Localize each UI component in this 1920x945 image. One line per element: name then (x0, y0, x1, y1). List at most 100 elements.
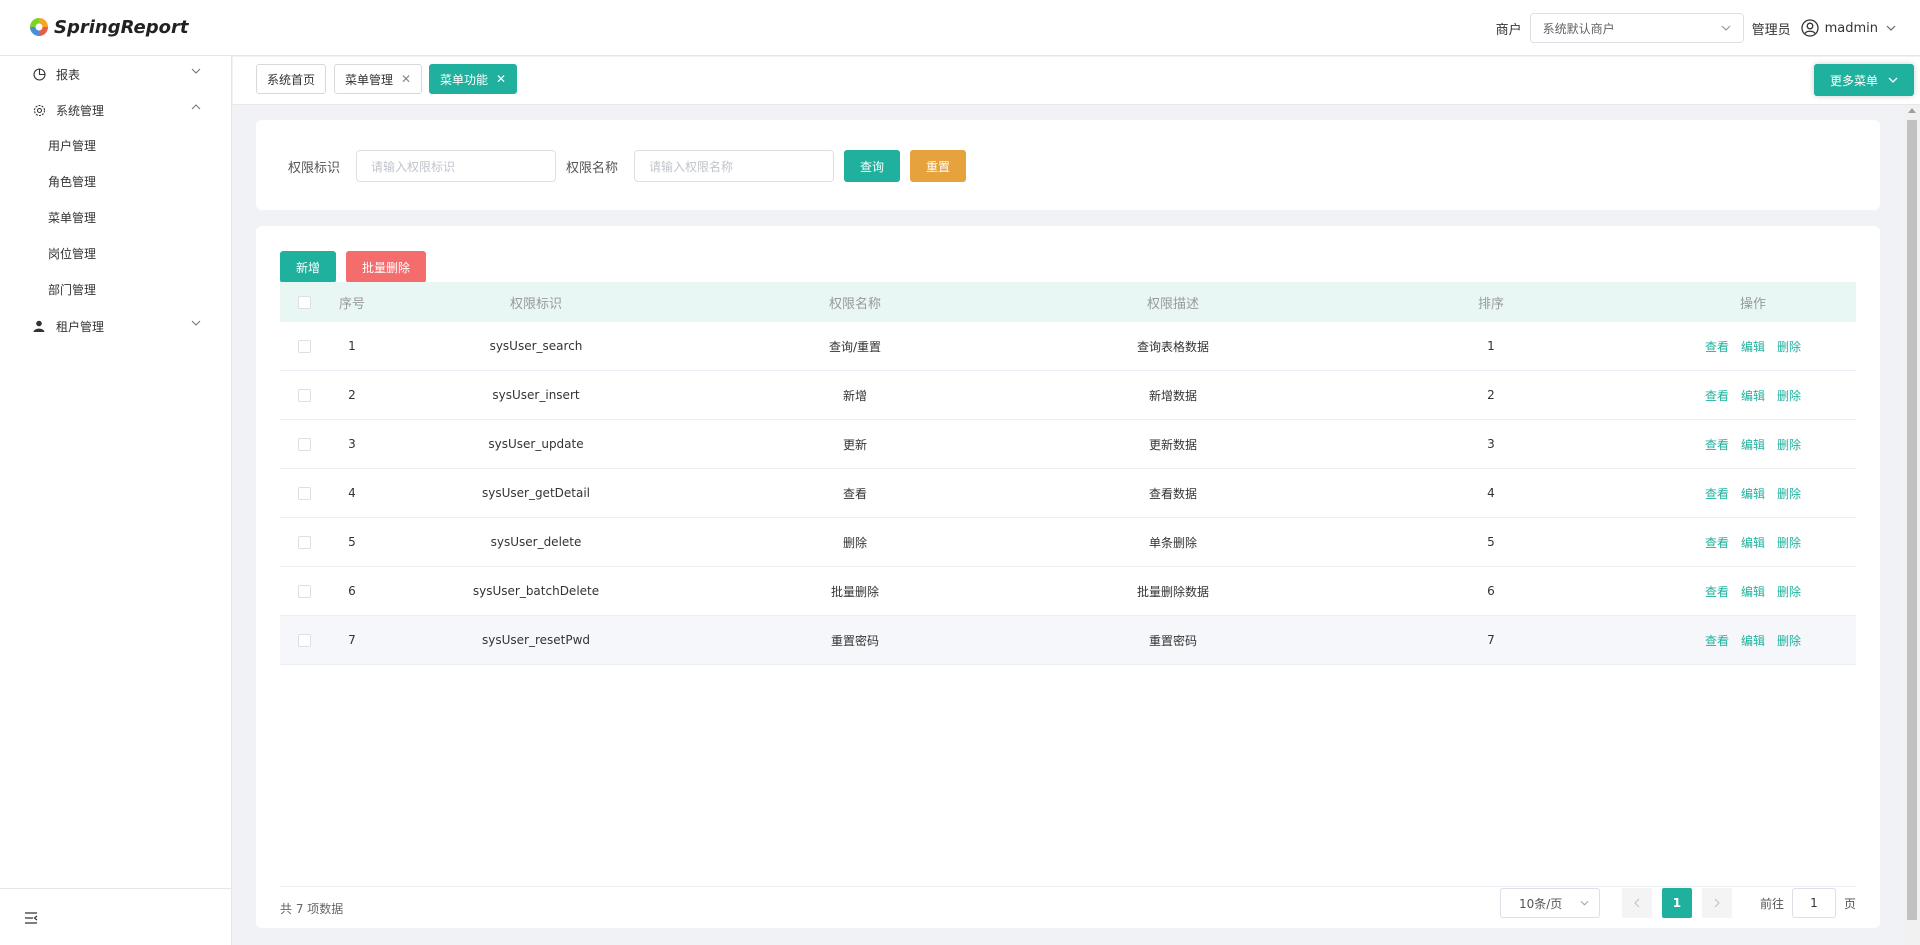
view-link[interactable]: 查看 (1705, 438, 1729, 452)
row-checkbox[interactable] (297, 584, 311, 598)
table-row[interactable]: 6 sysUser_batchDelete 批量删除 批量删除数据 6 查看 编辑… (280, 567, 1856, 616)
cell-code: sysUser_getDetail (481, 486, 590, 500)
divider (0, 888, 232, 889)
gear-icon (32, 103, 46, 117)
view-link[interactable]: 查看 (1705, 536, 1729, 550)
cell-no: 7 (348, 633, 356, 647)
cell-no: 2 (348, 388, 356, 402)
sidebar-subitem-roles[interactable]: 角色管理 (0, 164, 231, 200)
sidebar-subitem-departments[interactable]: 部门管理 (0, 272, 231, 308)
delete-link[interactable]: 删除 (1777, 585, 1801, 599)
cell-sort: 4 (1487, 486, 1495, 500)
batch-delete-button[interactable]: 批量删除 (346, 251, 426, 283)
chevron-down-icon (191, 68, 201, 74)
view-link[interactable]: 查看 (1705, 389, 1729, 403)
cell-sort: 5 (1487, 535, 1495, 549)
add-button[interactable]: 新增 (280, 251, 336, 283)
name-input[interactable]: 请输入权限名称 (634, 150, 834, 182)
edit-link[interactable]: 编辑 (1741, 438, 1765, 452)
cell-name: 查看 (842, 486, 867, 501)
chevron-right-icon (1714, 898, 1720, 908)
sidebar-subitem-users[interactable]: 用户管理 (0, 128, 231, 164)
table-row[interactable]: 1 sysUser_search 查询/重置 查询表格数据 1 查看 编辑 删除 (280, 322, 1856, 371)
page-number[interactable]: 1 (1661, 888, 1692, 918)
edit-link[interactable]: 编辑 (1741, 487, 1765, 501)
delete-link[interactable]: 删除 (1777, 536, 1801, 550)
sidebar-item-reports[interactable]: 报表 (0, 56, 231, 92)
table-row[interactable]: 5 sysUser_delete 删除 单条删除 5 查看 编辑 删除 (280, 518, 1856, 567)
sidebar-subitem-posts[interactable]: 岗位管理 (0, 236, 231, 272)
tab-label: 菜单功能 (440, 72, 489, 87)
search-panel: 权限标识 请输入权限标识 权限名称 请输入权限名称 查询 重置 (256, 120, 1880, 210)
select-all-checkbox[interactable] (297, 295, 311, 309)
collapse-sidebar-icon[interactable] (24, 912, 38, 927)
edit-link[interactable]: 编辑 (1741, 340, 1765, 354)
sidebar: 报表 系统管理 用户管理 角色管理 菜单管理 岗位管理 部门管理 租户管理 (0, 56, 232, 945)
tab-home[interactable]: 系统首页 (256, 64, 327, 94)
goto-page-input[interactable]: 1 (1791, 888, 1836, 918)
page-suffix: 页 (1843, 896, 1856, 911)
tenant-select[interactable]: 系统默认商户 (1529, 13, 1744, 43)
vertical-scrollbar[interactable] (1904, 106, 1920, 945)
cell-no: 5 (348, 535, 356, 549)
brand-name: SpringReport (54, 16, 189, 38)
table-row[interactable]: 3 sysUser_update 更新 更新数据 3 查看 编辑 删除 (280, 420, 1856, 469)
cell-name: 新增 (842, 388, 867, 403)
cell-code: sysUser_update (488, 437, 584, 451)
top-header: SpringReport 商户 系统默认商户 管理员 madmin (0, 0, 1920, 56)
table-row[interactable]: 2 sysUser_insert 新增 新增数据 2 查看 编辑 删除 (280, 371, 1856, 420)
goto-label: 前往 (1759, 896, 1784, 911)
row-checkbox[interactable] (297, 339, 311, 353)
scroll-up-icon[interactable] (1908, 108, 1916, 113)
tab-menu-functions[interactable]: 菜单功能 ✕ (429, 64, 518, 94)
sidebar-item-system[interactable]: 系统管理 (0, 92, 231, 128)
edit-link[interactable]: 编辑 (1741, 585, 1765, 599)
row-checkbox[interactable] (297, 486, 311, 500)
cell-code: sysUser_resetPwd (481, 633, 591, 647)
delete-link[interactable]: 删除 (1777, 487, 1801, 501)
column-header: 权限名称 (828, 296, 881, 312)
page-size-select[interactable]: 10条/页 (1499, 888, 1600, 918)
delete-link[interactable]: 删除 (1777, 634, 1801, 648)
close-icon[interactable]: ✕ (401, 72, 411, 86)
cell-desc: 重置密码 (1148, 633, 1197, 648)
cell-code: sysUser_search (489, 339, 583, 353)
query-button[interactable]: 查询 (844, 150, 900, 182)
page-size-value: 10条/页 (1518, 896, 1563, 911)
view-link[interactable]: 查看 (1705, 585, 1729, 599)
tab-menu-management[interactable]: 菜单管理 ✕ (334, 64, 423, 94)
row-checkbox[interactable] (297, 535, 311, 549)
sidebar-subitem-menus[interactable]: 菜单管理 (0, 200, 231, 236)
view-link[interactable]: 查看 (1705, 340, 1729, 354)
edit-link[interactable]: 编辑 (1741, 634, 1765, 648)
edit-link[interactable]: 编辑 (1741, 536, 1765, 550)
tenant-value: 系统默认商户 (1542, 21, 1615, 36)
logo[interactable]: SpringReport (28, 16, 189, 38)
cell-sort: 6 (1487, 584, 1495, 598)
row-checkbox[interactable] (297, 388, 311, 402)
reset-button[interactable]: 重置 (910, 150, 966, 182)
close-icon[interactable]: ✕ (496, 72, 506, 86)
user-circle-icon[interactable] (1800, 19, 1819, 37)
scrollbar-thumb[interactable] (1907, 120, 1917, 920)
delete-link[interactable]: 删除 (1777, 340, 1801, 354)
prev-page-button[interactable] (1621, 888, 1652, 918)
delete-link[interactable]: 删除 (1777, 389, 1801, 403)
row-checkbox[interactable] (297, 633, 311, 647)
table-row[interactable]: 7 sysUser_resetPwd 重置密码 重置密码 7 查看 编辑 删除 (280, 616, 1856, 665)
sidebar-item-tenants[interactable]: 租户管理 (0, 308, 231, 344)
view-link[interactable]: 查看 (1705, 487, 1729, 501)
cell-name: 更新 (842, 437, 867, 452)
more-menu-button[interactable]: 更多菜单 (1814, 64, 1914, 96)
table-row[interactable]: 4 sysUser_getDetail 查看 查看数据 4 查看 编辑 删除 (280, 469, 1856, 518)
code-label: 权限标识 (288, 161, 341, 176)
code-input[interactable]: 请输入权限标识 (356, 150, 556, 182)
cell-code: sysUser_insert (492, 388, 580, 402)
username[interactable]: madmin (1825, 21, 1878, 36)
delete-link[interactable]: 删除 (1777, 438, 1801, 452)
row-checkbox[interactable] (297, 437, 311, 451)
view-link[interactable]: 查看 (1705, 634, 1729, 648)
edit-link[interactable]: 编辑 (1741, 389, 1765, 403)
next-page-button[interactable] (1701, 888, 1732, 918)
chevron-down-icon[interactable] (1886, 25, 1896, 31)
